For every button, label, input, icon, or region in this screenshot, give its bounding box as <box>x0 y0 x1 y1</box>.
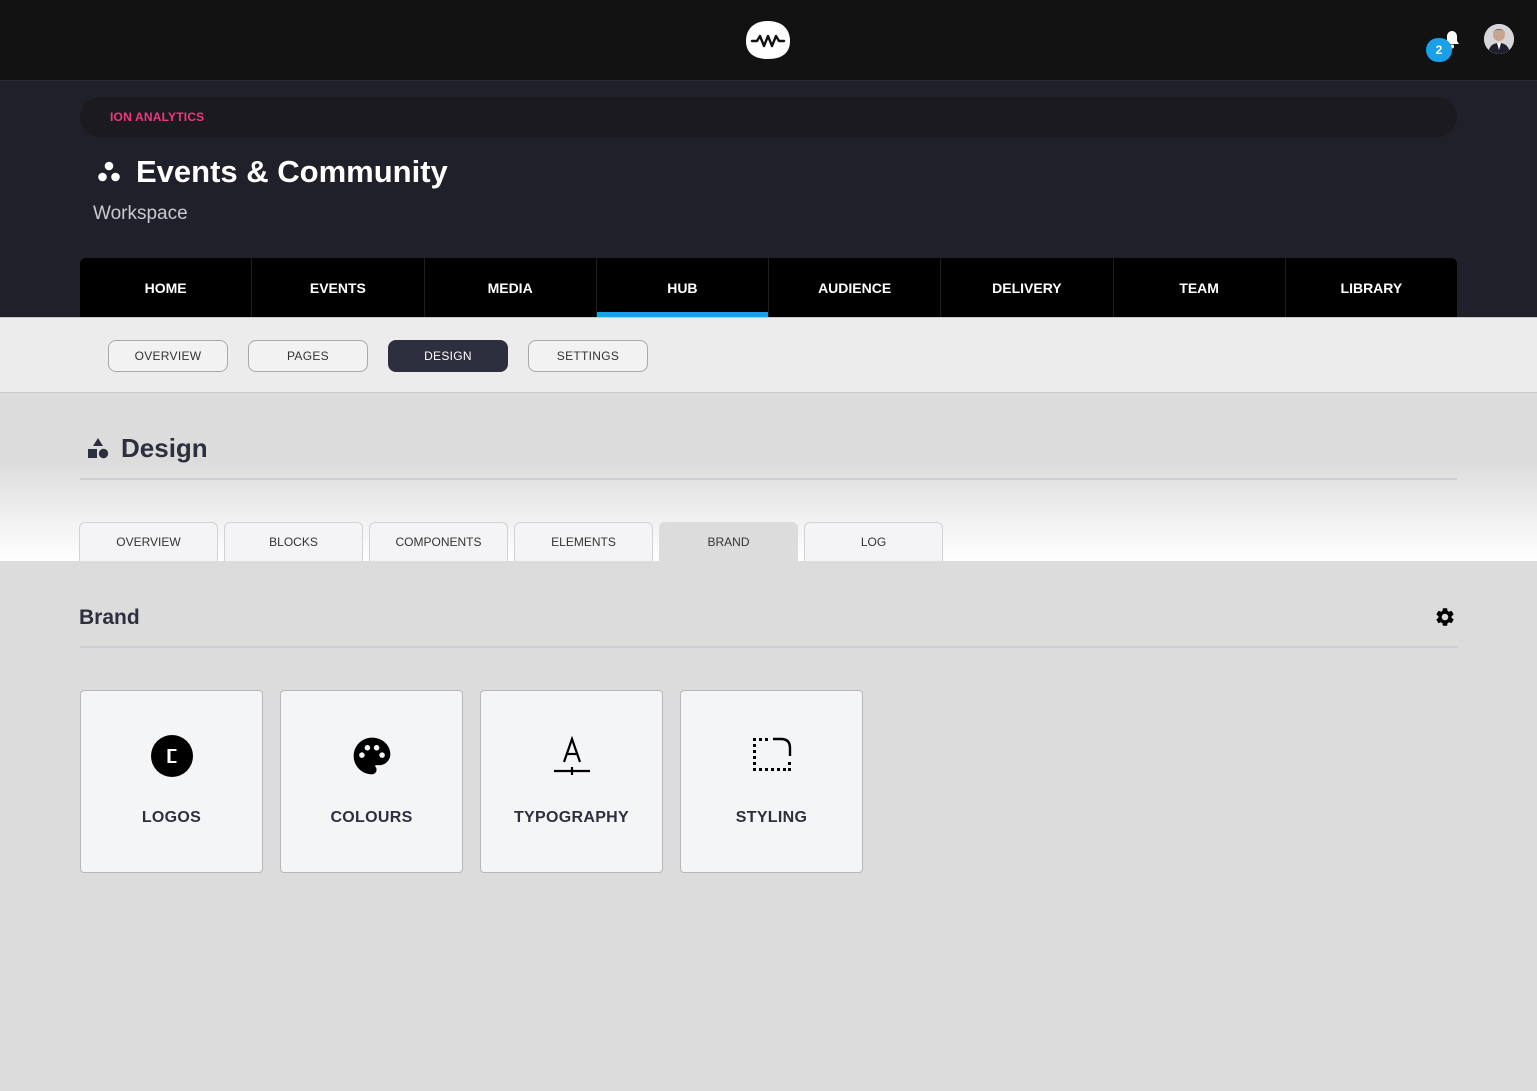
brand-title: Brand <box>79 606 140 629</box>
avatar-image <box>1484 24 1514 54</box>
copyright-icon <box>151 735 193 777</box>
nav-item-media[interactable]: MEDIA <box>425 258 597 317</box>
card-label: LOGOS <box>141 809 202 826</box>
subnav-design-button[interactable]: DESIGN <box>388 340 508 372</box>
section-title: Design <box>121 433 208 463</box>
brand-card-logos[interactable]: LOGOS <box>80 690 263 873</box>
subnav-overview-button[interactable]: OVERVIEW <box>108 340 228 372</box>
tab-elements[interactable]: ELEMENTS <box>514 522 653 561</box>
sub-nav: OVERVIEW PAGES DESIGN SETTINGS <box>0 317 1537 393</box>
notification-count-badge[interactable]: 2 <box>1426 38 1452 62</box>
community-icon <box>98 161 120 182</box>
design-section: Design OVERVIEW BLOCKS COMPONENTS ELEMEN… <box>0 393 1537 561</box>
page-title: Events & Community <box>136 154 448 189</box>
brand-card-styling[interactable]: STYLING <box>680 690 863 873</box>
page-subtitle: Workspace <box>93 203 188 224</box>
card-label: TYPOGRAPHY <box>513 809 629 826</box>
design-title-row: Design <box>87 433 208 464</box>
nav-item-home[interactable]: HOME <box>80 258 253 317</box>
breadcrumb[interactable]: ION ANALYTICS <box>80 97 1457 137</box>
nav-item-events[interactable]: EVENTS <box>252 258 425 317</box>
gear-icon[interactable] <box>1434 606 1456 628</box>
nav-item-delivery[interactable]: DELIVERY <box>941 258 1114 317</box>
nav-item-library[interactable]: LIBRARY <box>1286 258 1457 317</box>
design-tabs: OVERVIEW BLOCKS COMPONENTS ELEMENTS BRAN… <box>79 522 949 561</box>
brand-card-colours[interactable]: COLOURS <box>280 690 463 873</box>
nav-item-audience[interactable]: AUDIENCE <box>769 258 942 317</box>
user-avatar[interactable] <box>1484 24 1514 54</box>
divider <box>80 478 1457 480</box>
workspace-header: ION ANALYTICS Events & Community Workspa… <box>0 81 1537 317</box>
top-bar: 2 <box>0 0 1537 81</box>
text-format-icon <box>554 735 590 775</box>
tab-overview[interactable]: OVERVIEW <box>79 522 218 561</box>
tab-brand[interactable]: BRAND <box>659 522 798 561</box>
tab-components[interactable]: COMPONENTS <box>369 522 508 561</box>
card-label: COLOURS <box>330 809 413 826</box>
card-label: STYLING <box>735 809 808 826</box>
nav-item-hub[interactable]: HUB <box>596 258 769 317</box>
waveform-logo-icon[interactable] <box>744 19 792 61</box>
shapes-icon <box>88 437 109 458</box>
nav-item-team[interactable]: TEAM <box>1114 258 1286 317</box>
subnav-pages-button[interactable]: PAGES <box>248 340 368 372</box>
workspace-title-row: Events & Community <box>96 154 448 190</box>
divider <box>80 646 1458 648</box>
breadcrumb-label[interactable]: ION ANALYTICS <box>110 110 204 124</box>
subnav-settings-button[interactable]: SETTINGS <box>528 340 648 372</box>
palette-icon <box>353 737 391 775</box>
main-nav: HOME EVENTS MEDIA HUB AUDIENCE DELIVERY … <box>80 258 1457 317</box>
tab-log[interactable]: LOG <box>804 522 943 561</box>
brand-card-typography[interactable]: TYPOGRAPHY <box>480 690 663 873</box>
tab-blocks[interactable]: BLOCKS <box>224 522 363 561</box>
rounded-corner-icon <box>753 737 792 771</box>
